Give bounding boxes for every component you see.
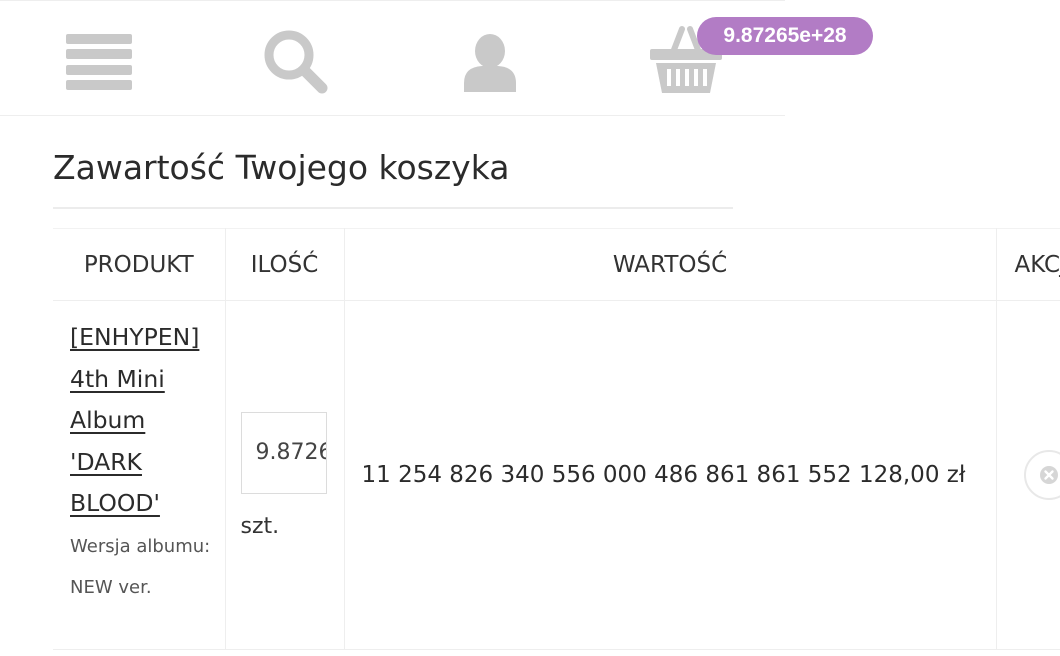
close-icon <box>1039 466 1058 484</box>
user-icon[interactable] <box>462 34 518 92</box>
title-divider <box>53 207 733 209</box>
quantity-cell: szt. <box>224 300 344 650</box>
actions-cell <box>995 300 1060 650</box>
table-header-row: PRODUKT ILOŚĆ WARTOŚĆ AKCJE <box>53 228 1060 301</box>
item-value: 11 254 826 340 556 000 486 861 861 552 1… <box>343 300 996 650</box>
column-header-product: PRODUKT <box>83 251 194 278</box>
cart-count-badge: 9.87265e+28 <box>697 17 873 55</box>
product-variant: Wersja albumu: NEW ver. <box>70 535 211 598</box>
search-icon[interactable] <box>262 28 328 94</box>
product-cell: [ENHYPEN] 4th Mini Album 'DARK BLOOD' We… <box>53 301 225 650</box>
cart-table: PRODUKT ILOŚĆ WARTOŚĆ AKCJE [ENHYPEN] 4t… <box>53 228 1060 650</box>
quantity-unit: szt. <box>240 513 280 539</box>
cart-page: 9.87265e+28 Zawartość Twojego koszyka PR… <box>0 0 1060 656</box>
top-navigation-bar: 9.87265e+28 <box>0 0 873 116</box>
column-header-actions: AKCJE <box>995 228 1060 301</box>
remove-item-button[interactable] <box>1023 450 1060 500</box>
page-title: Zawartość Twojego koszyka <box>53 148 510 187</box>
cart-item-row: [ENHYPEN] 4th Mini Album 'DARK BLOOD' We… <box>53 300 1060 650</box>
column-header-quantity: ILOŚĆ <box>224 228 344 301</box>
menu-icon[interactable] <box>66 34 132 90</box>
product-name-link[interactable]: [ENHYPEN] 4th Mini Album 'DARK BLOOD' <box>70 317 225 525</box>
quantity-input[interactable] <box>240 411 327 494</box>
column-header-value: WARTOŚĆ <box>343 228 996 301</box>
